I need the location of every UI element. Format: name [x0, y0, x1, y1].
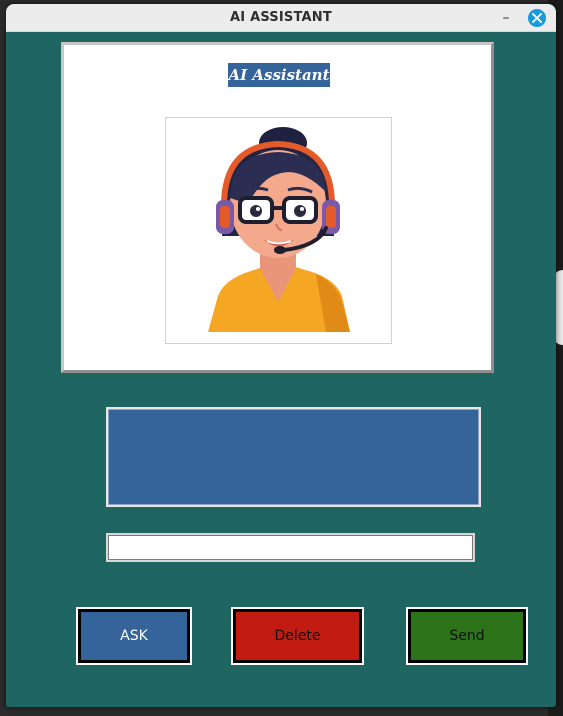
assistant-avatar	[165, 117, 392, 344]
response-display	[106, 407, 481, 507]
title-bar[interactable]: AI ASSISTANT –	[6, 4, 556, 32]
minimize-button[interactable]: –	[496, 8, 516, 28]
delete-button[interactable]: Delete	[231, 607, 364, 665]
app-window: AI ASSISTANT – AI Assistant ASK Delete S…	[6, 4, 556, 707]
assistant-image-panel: AI Assistant	[61, 42, 494, 373]
send-button[interactable]: Send	[406, 607, 528, 665]
support-agent-icon	[208, 127, 350, 332]
close-button[interactable]	[528, 9, 546, 27]
close-icon	[532, 13, 542, 23]
brand-label: AI Assistant	[228, 63, 330, 87]
ask-button[interactable]: ASK	[76, 607, 192, 665]
question-input[interactable]	[106, 533, 475, 562]
window-title: AI ASSISTANT	[230, 10, 332, 25]
